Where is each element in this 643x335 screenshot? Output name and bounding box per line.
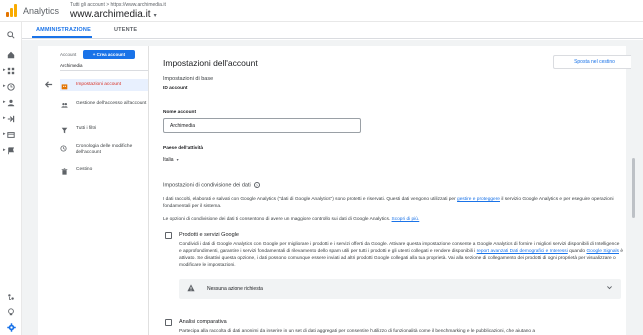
- trash-icon: [60, 167, 68, 175]
- tab-utente[interactable]: UTENTE: [114, 27, 137, 33]
- account-id-label: ID account: [163, 86, 188, 91]
- analytics-logo-icon[interactable]: [6, 3, 18, 18]
- data-sharing-description: I dati raccolti, elaborati e salvati con…: [163, 197, 614, 209]
- top-bar: Analytics Tutti gli account > https://ww…: [0, 0, 643, 22]
- left-nav-rail: ▸ ▸ ▸ ▸ ▸ ▸: [0, 22, 22, 335]
- option-description: Partecipa alla raccolta di dati anonimi …: [179, 329, 536, 334]
- account-name-label: Nome account: [163, 110, 197, 115]
- site-title: www.archimedia.it: [70, 9, 151, 20]
- selected-account: Archimedia: [60, 63, 83, 68]
- active-tab-indicator: [32, 36, 92, 38]
- attribution-icon[interactable]: [6, 292, 16, 302]
- behavior-icon[interactable]: [6, 130, 16, 140]
- nav-label: Cronologia delle modifiche dell'account: [75, 144, 133, 155]
- clock-icon[interactable]: [6, 82, 16, 92]
- acquisition-icon[interactable]: [6, 114, 16, 124]
- filter-icon: [60, 126, 68, 134]
- nav-all-filters[interactable]: Tutti i filtri: [60, 126, 156, 134]
- data-sharing-title: Impostazioni di condivisione dei dati: [163, 182, 251, 189]
- basic-settings-heading: Impostazioni di base: [163, 76, 214, 82]
- admin-tabs: AMMINISTRAZIONE UTENTE: [22, 22, 643, 39]
- account-panel: Account + Crea account Archimedia ▾ Impo…: [38, 46, 156, 335]
- option-google-products: Prodotti e servizi Google Condividi i da…: [165, 232, 625, 278]
- demographics-reports-link[interactable]: report avanzati Dati demografici e Inter…: [477, 249, 568, 254]
- data-sharing-heading: Impostazioni di condivisione dei dati?: [163, 182, 260, 188]
- property-selector[interactable]: www.archimedia.it ▾: [70, 9, 157, 20]
- caret-down-icon: ▾: [176, 157, 179, 162]
- lightbulb-icon[interactable]: [6, 307, 16, 317]
- manage-protect-link[interactable]: gestire e proteggere: [457, 197, 500, 202]
- person-icon[interactable]: [6, 98, 16, 108]
- gear-icon[interactable]: [6, 322, 16, 332]
- country-dropdown[interactable]: Italia ▾: [163, 157, 179, 163]
- account-selector[interactable]: Archimedia ▾: [60, 63, 154, 71]
- account-settings-panel: Impostazioni dell'account Sposta nel ces…: [148, 46, 636, 335]
- expand-chevron-icon[interactable]: [606, 284, 613, 293]
- scrollbar[interactable]: [631, 46, 636, 335]
- nav-change-history[interactable]: Cronologia delle modifiche dell'account: [60, 144, 156, 156]
- breadcrumb[interactable]: Tutti gli account > https://www.archimed…: [70, 2, 166, 8]
- benchmarking-checkbox[interactable]: [165, 319, 172, 326]
- option-benchmarking: Analisi comparativa Partecipa alla racco…: [165, 319, 625, 335]
- tab-amministrazione[interactable]: AMMINISTRAZIONE: [36, 27, 91, 33]
- app-name: Analytics: [23, 6, 60, 16]
- back-arrow-icon[interactable]: [44, 80, 53, 91]
- create-account-button[interactable]: + Crea account: [83, 50, 135, 59]
- home-icon[interactable]: [6, 50, 16, 60]
- warning-icon: [187, 284, 195, 294]
- learn-more-link[interactable]: Scopri di più.: [392, 217, 420, 222]
- nav-label: Gestione dell'accesso all'account: [76, 101, 147, 106]
- nav-trash[interactable]: Cestino: [60, 167, 156, 175]
- dashboard-icon[interactable]: [6, 66, 16, 76]
- option-title: Prodotti e servizi Google: [179, 232, 239, 238]
- country-label: Paese dell'attività: [163, 146, 204, 151]
- building-icon: [60, 82, 68, 90]
- option-title: Analisi comparativa: [179, 319, 227, 325]
- option-description: Condividi i dati di Google Analytics con…: [179, 242, 624, 268]
- account-label: Account: [60, 52, 77, 57]
- chevron-down-icon: ▾: [153, 13, 157, 19]
- account-name-input[interactable]: Archimedia: [163, 118, 361, 133]
- page-title: Impostazioni dell'account: [163, 58, 258, 68]
- people-icon: [60, 101, 68, 109]
- nav-account-settings[interactable]: Impostazioni account: [60, 79, 156, 91]
- warning-text: Nessuna azione richiesta: [207, 286, 263, 292]
- google-products-checkbox[interactable]: [165, 232, 172, 239]
- help-icon[interactable]: ?: [253, 182, 260, 188]
- country-value: Italia: [163, 157, 174, 163]
- nav-label: Tutti i filtri: [76, 126, 97, 131]
- google-signals-link[interactable]: Google Signals: [586, 249, 619, 254]
- nav-label: Cestino: [76, 167, 93, 172]
- search-icon[interactable]: [6, 30, 16, 40]
- nav-label: Impostazioni account: [76, 82, 122, 87]
- nav-account-access[interactable]: Gestione dell'accesso all'account: [60, 101, 156, 109]
- history-icon: [60, 144, 68, 152]
- scrollbar-thumb[interactable]: [632, 158, 635, 218]
- flag-icon[interactable]: [6, 146, 16, 156]
- no-action-required-panel[interactable]: Nessuna azione richiesta: [179, 279, 621, 299]
- move-to-trash-button[interactable]: Sposta nel cestino: [553, 55, 636, 69]
- data-sharing-options-description: Le opzioni di condivisione dei dati ti c…: [163, 217, 420, 222]
